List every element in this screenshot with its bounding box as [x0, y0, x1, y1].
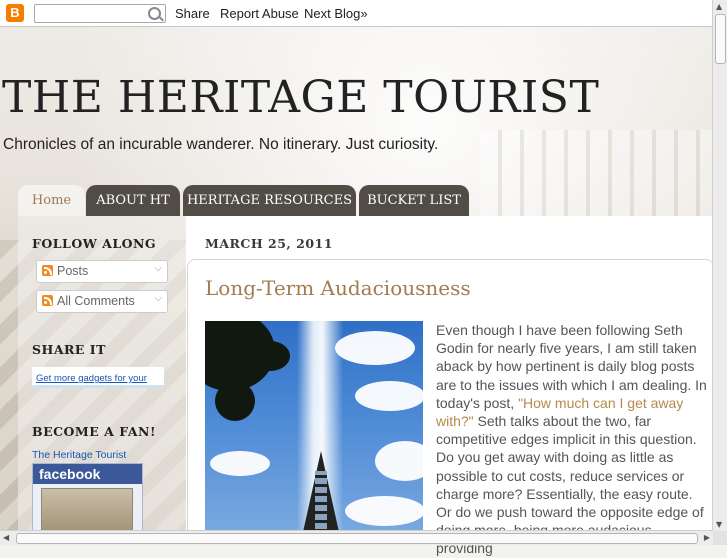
- feed-label: Posts: [57, 264, 89, 278]
- scroll-up-icon[interactable]: ▲: [716, 2, 722, 11]
- scrollbar-corner: [713, 531, 727, 545]
- blogger-navbar: B Share Report Abuse Next Blog»: [0, 0, 713, 27]
- oil-derrick-frame: [315, 471, 327, 535]
- scroll-left-icon[interactable]: ◀: [3, 533, 9, 542]
- horizontal-scrollbar[interactable]: ◀ ▶: [0, 530, 713, 545]
- post-body: Even though I have been following Seth G…: [436, 321, 708, 558]
- post-title[interactable]: Long-Term Audaciousness: [205, 276, 471, 300]
- cloud: [375, 441, 423, 481]
- feed-label: All Comments: [57, 294, 135, 308]
- fan-page-link[interactable]: The Heritage Tourist: [32, 449, 126, 461]
- follow-along-heading: FOLLOW ALONG: [32, 236, 157, 251]
- rss-icon: [42, 295, 53, 306]
- blog-title[interactable]: THE HERITAGE TOURIST: [2, 72, 599, 123]
- post-date: MARCH 25, 2011: [205, 236, 333, 251]
- tree-foliage: [215, 381, 255, 421]
- share-it-heading: SHARE IT: [32, 342, 106, 357]
- search-box: [34, 4, 166, 23]
- search-icon[interactable]: [148, 7, 161, 20]
- tab-bucket-list[interactable]: BUCKET LIST: [359, 185, 469, 216]
- post-image-geyser[interactable]: [205, 321, 423, 535]
- chevron-down-icon: ⌵: [154, 263, 162, 274]
- search-input[interactable]: [37, 6, 149, 23]
- blog-description: Chronicles of an incurable wanderer. No …: [3, 136, 439, 153]
- get-gadgets-link[interactable]: Get more gadgets for your: [32, 367, 164, 388]
- cloud: [335, 331, 415, 365]
- cloud: [210, 451, 270, 476]
- become-a-fan-heading: BECOME A FAN!: [32, 424, 156, 439]
- vertical-scroll-thumb[interactable]: [715, 14, 726, 64]
- posts-feed-button[interactable]: Posts ⌵: [36, 260, 168, 283]
- scroll-down-icon[interactable]: ▼: [716, 520, 722, 529]
- horizontal-scroll-thumb[interactable]: [16, 533, 698, 544]
- rss-icon: [42, 265, 53, 276]
- cloud: [355, 381, 423, 411]
- tab-home[interactable]: Home: [18, 185, 85, 216]
- next-blog-link[interactable]: Next Blog»: [304, 6, 368, 21]
- fan-page-photo[interactable]: [41, 488, 133, 536]
- tab-about-ht[interactable]: ABOUT HT: [86, 185, 180, 216]
- facebook-fan-box: facebook: [32, 463, 143, 536]
- cloud: [345, 496, 423, 526]
- tab-heritage-resources[interactable]: HERITAGE RESOURCES: [183, 185, 356, 216]
- vertical-scrollbar[interactable]: ▲ ▼: [712, 0, 727, 531]
- tree-foliage: [250, 341, 290, 371]
- scroll-right-icon[interactable]: ▶: [704, 533, 710, 542]
- blogger-logo-icon[interactable]: B: [6, 4, 24, 22]
- comments-feed-button[interactable]: All Comments ⌵: [36, 290, 168, 313]
- share-link[interactable]: Share: [175, 6, 210, 21]
- facebook-logo[interactable]: facebook: [33, 464, 142, 484]
- chevron-down-icon: ⌵: [154, 293, 162, 304]
- report-abuse-link[interactable]: Report Abuse: [220, 6, 299, 21]
